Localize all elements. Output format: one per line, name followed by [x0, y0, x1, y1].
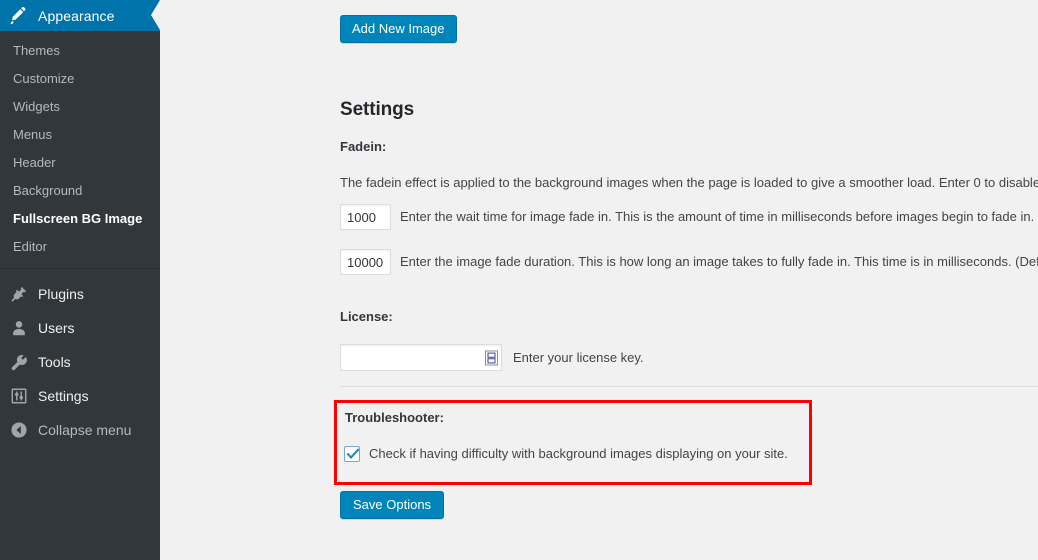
- sidebar-item-tools[interactable]: Tools: [0, 345, 160, 379]
- sidebar-item-label: Settings: [38, 388, 89, 404]
- sidebar-item-users[interactable]: Users: [0, 311, 160, 345]
- sidebar-item-editor[interactable]: Editor: [0, 233, 160, 261]
- fadein-section-label: Fadein:: [340, 139, 387, 154]
- sidebar-item-header[interactable]: Header: [0, 149, 160, 177]
- fadein-description: The fadein effect is applied to the back…: [340, 175, 1038, 190]
- sidebar-header-appearance[interactable]: Appearance: [0, 0, 160, 31]
- fadein-wait-time-description: Enter the wait time for image fade in. T…: [400, 209, 1038, 224]
- page-title: Settings: [340, 99, 415, 120]
- sidebar-item-label: Tools: [38, 354, 71, 370]
- save-options-button[interactable]: Save Options: [340, 491, 445, 519]
- troubleshooter-checkbox-row: Check if having difficulty with backgrou…: [344, 445, 788, 463]
- sidebar-item-plugins[interactable]: Plugins: [0, 277, 160, 311]
- troubleshooter-label: Troubleshooter:: [345, 410, 444, 425]
- license-description: Enter your license key.: [513, 349, 644, 365]
- admin-page: Appearance Themes Customize Widgets Menu…: [0, 0, 1038, 560]
- troubleshooter-highlight-box: Troubleshooter: Check if having difficul…: [334, 400, 812, 485]
- user-icon: [9, 318, 29, 338]
- fadein-duration-input[interactable]: [340, 249, 391, 275]
- check-icon: [346, 448, 360, 460]
- add-new-image-button[interactable]: Add New Image: [340, 15, 457, 43]
- appearance-submenu: Themes Customize Widgets Menus Header Ba…: [0, 31, 160, 268]
- fadein-wait-time-input[interactable]: [340, 204, 391, 230]
- collapse-arrow-icon: [9, 420, 29, 440]
- admin-sidebar: Appearance Themes Customize Widgets Menu…: [0, 0, 160, 560]
- fadein-wait-time-row: Enter the wait time for image fade in. T…: [340, 204, 1038, 230]
- sidebar-item-themes[interactable]: Themes: [0, 37, 160, 65]
- paintbrush-icon: [9, 6, 30, 26]
- main-content: Add New Image Settings Fadein: The fadei…: [160, 0, 1038, 560]
- autofill-icon[interactable]: [485, 350, 498, 365]
- sidebar-active-arrow: [151, 0, 160, 30]
- wrench-icon: [9, 352, 29, 372]
- plug-icon: [9, 284, 29, 304]
- sidebar-item-background[interactable]: Background: [0, 177, 160, 205]
- sidebar-item-menus[interactable]: Menus: [0, 121, 160, 149]
- sidebar-item-label: Collapse menu: [38, 422, 132, 438]
- sidebar-item-settings[interactable]: Settings: [0, 379, 160, 413]
- sidebar-item-collapse-menu[interactable]: Collapse menu: [0, 413, 160, 447]
- sidebar-item-fullscreen-bg-image[interactable]: Fullscreen BG Image: [0, 205, 160, 233]
- add-new-image-wrap: Add New Image: [340, 15, 457, 43]
- sidebar-item-widgets[interactable]: Widgets: [0, 93, 160, 121]
- license-row: Enter your license key.: [340, 344, 644, 371]
- sidebar-item-label: Users: [38, 320, 75, 336]
- troubleshooter-checkbox-label: Check if having difficulty with backgrou…: [369, 446, 788, 461]
- sidebar-item-customize[interactable]: Customize: [0, 65, 160, 93]
- sliders-icon: [9, 386, 29, 406]
- section-divider: [340, 386, 1038, 387]
- sidebar-item-label: Plugins: [38, 286, 84, 302]
- sidebar-header-label: Appearance: [38, 7, 115, 24]
- troubleshooter-checkbox[interactable]: [344, 446, 360, 462]
- fadein-duration-row: Enter the image fade duration. This is h…: [340, 249, 1038, 275]
- fadein-duration-description: Enter the image fade duration. This is h…: [400, 254, 1038, 269]
- save-options-wrap: Save Options: [340, 491, 445, 519]
- license-section-label: License:: [340, 309, 393, 324]
- sidebar-gap: [0, 269, 160, 277]
- license-key-input[interactable]: [340, 344, 502, 371]
- license-input-wrap: [340, 344, 502, 371]
